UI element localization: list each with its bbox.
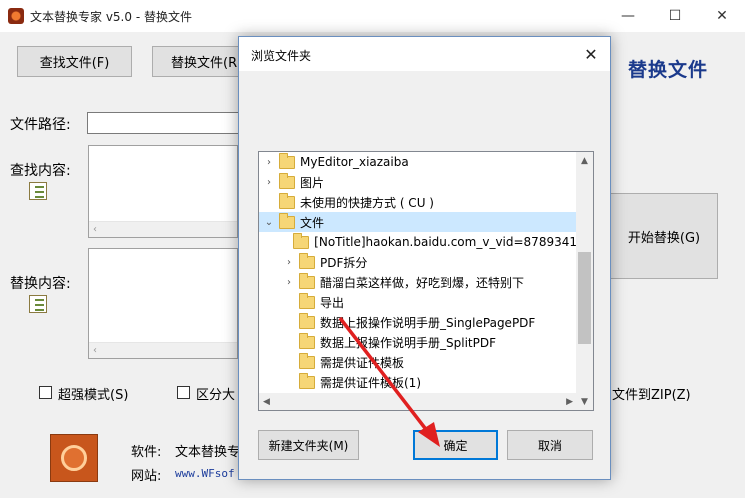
- scroll-right-icon[interactable]: ▶: [566, 397, 573, 407]
- folder-icon: [279, 172, 295, 189]
- tree-item-label: MyEditor_xiazaiba: [300, 155, 409, 169]
- dialog-title: 浏览文件夹: [251, 49, 312, 63]
- website-link[interactable]: www.WFsof: [175, 467, 235, 480]
- case-label: 区分大: [196, 388, 236, 403]
- tree-item[interactable]: ⌄ 文件: [259, 212, 577, 232]
- chevron-right-icon[interactable]: ›: [263, 177, 275, 188]
- list-icon[interactable]: [29, 295, 47, 313]
- start-replace-label: 开始替换(G): [627, 230, 701, 246]
- software-label: 软件:: [131, 445, 162, 460]
- tree-item-label: 醋溜白菜这样做，好吃到爆，还特别下: [320, 275, 525, 290]
- software-value: 文本替换专: [175, 445, 241, 460]
- case-checkbox[interactable]: [177, 386, 190, 399]
- ok-button[interactable]: 确定: [413, 430, 498, 460]
- horizontal-scrollbar[interactable]: ‹: [89, 221, 237, 237]
- tree-item[interactable]: › 图片: [259, 172, 577, 192]
- folder-icon: [299, 332, 315, 349]
- scroll-up-icon[interactable]: ▲: [576, 152, 593, 169]
- cancel-button[interactable]: 取消: [507, 430, 593, 460]
- minimize-button[interactable]: —: [605, 0, 651, 32]
- file-path-input[interactable]: [87, 112, 247, 134]
- horizontal-scrollbar[interactable]: ◀ ▶: [259, 393, 577, 410]
- folder-icon: [299, 292, 315, 309]
- tree-item-label: 图片: [300, 175, 325, 190]
- scroll-thumb[interactable]: [578, 252, 591, 344]
- browse-folder-dialog: 浏览文件夹 ✕ › MyEditor_xiazaiba › 图片未使用的快捷方式 ( …: [238, 36, 611, 480]
- tree-item[interactable]: 数据上报操作说明手册_SinglePagePDF: [259, 312, 577, 332]
- horizontal-scrollbar[interactable]: ‹: [89, 342, 237, 358]
- chevron-right-icon[interactable]: ›: [263, 157, 275, 168]
- dialog-close-button[interactable]: ✕: [578, 41, 604, 67]
- new-folder-button[interactable]: 新建文件夹(M): [258, 430, 359, 460]
- tree-item-label: 数据上报操作说明手册_SinglePagePDF: [320, 315, 536, 330]
- tree-item[interactable]: 需提供证件模板(1): [259, 372, 577, 392]
- title-bar: 文本替换专家 v5.0 - 替换文件 — ☐ ✕: [0, 0, 745, 32]
- tree-item-label: 需提供证件模板: [320, 355, 405, 370]
- folder-icon: [299, 312, 315, 329]
- tree-item-label: PDF拆分: [320, 255, 368, 270]
- replace-content-textarea[interactable]: ‹: [88, 248, 238, 359]
- super-mode-checkbox[interactable]: [39, 386, 52, 399]
- tree-item[interactable]: › PDF拆分: [259, 252, 577, 272]
- folder-tree[interactable]: › MyEditor_xiazaiba › 图片未使用的快捷方式 ( CU ) ⌄ 文件 […: [258, 151, 594, 411]
- folder-icon: [299, 352, 315, 369]
- folder-icon: [279, 212, 295, 229]
- maximize-button[interactable]: ☐: [652, 0, 698, 32]
- find-content-textarea[interactable]: ‹: [88, 145, 238, 238]
- chevron-right-icon[interactable]: ›: [283, 257, 295, 268]
- super-mode-label: 超强模式(S): [58, 388, 129, 403]
- find-content-label: 查找内容:: [10, 163, 71, 179]
- tree-item-label: 数据上报操作说明手册_SplitPDF: [320, 335, 496, 350]
- folder-icon: [299, 252, 315, 269]
- tree-item[interactable]: › 醋溜白菜这样做，好吃到爆，还特别下: [259, 272, 577, 292]
- close-button[interactable]: ✕: [699, 0, 745, 32]
- tree-item[interactable]: 需提供证件模板: [259, 352, 577, 372]
- website-label: 网站:: [131, 469, 162, 484]
- scroll-down-icon[interactable]: ▼: [576, 393, 593, 410]
- tree-item[interactable]: 数据上报操作说明手册_SplitPDF: [259, 332, 577, 352]
- folder-icon: [299, 372, 315, 389]
- folder-icon: [293, 232, 310, 249]
- app-logo: [50, 434, 98, 482]
- list-icon[interactable]: [29, 182, 47, 200]
- find-file-button[interactable]: 查找文件(F): [17, 46, 132, 77]
- replace-content-label: 替换内容:: [10, 276, 71, 292]
- vertical-scrollbar[interactable]: ▲ ▼: [576, 152, 593, 410]
- folder-icon: [299, 272, 315, 289]
- chevron-right-icon[interactable]: ›: [283, 277, 295, 288]
- tree-item[interactable]: 导出: [259, 292, 577, 312]
- scroll-left-icon[interactable]: ◀: [263, 397, 270, 407]
- tree-item-label: 需提供证件模板(1): [320, 375, 421, 390]
- page-heading: 替换文件: [628, 59, 709, 81]
- file-path-label: 文件路径:: [10, 117, 71, 133]
- tree-item-label: [NoTitle]haokan.baidu.com_v_vid=8789341: [314, 235, 577, 249]
- tree-item[interactable]: › MyEditor_xiazaiba: [259, 152, 577, 172]
- dialog-title-bar: 浏览文件夹 ✕: [239, 37, 610, 71]
- folder-icon: [279, 192, 295, 209]
- window-title: 文本替换专家 v5.0 - 替换文件: [30, 10, 192, 24]
- folder-icon: [279, 152, 295, 169]
- tree-item[interactable]: 未使用的快捷方式 ( CU ): [259, 192, 577, 212]
- chevron-down-icon[interactable]: ⌄: [263, 217, 275, 228]
- tree-item[interactable]: [NoTitle]haokan.baidu.com_v_vid=8789341: [259, 232, 577, 252]
- tree-item-label: 导出: [320, 295, 345, 310]
- app-icon: [8, 8, 24, 24]
- zip-label: 文件到ZIP(Z): [612, 388, 691, 403]
- tree-item-label: 未使用的快捷方式 ( CU ): [300, 195, 434, 210]
- tree-item-label: 文件: [300, 215, 325, 230]
